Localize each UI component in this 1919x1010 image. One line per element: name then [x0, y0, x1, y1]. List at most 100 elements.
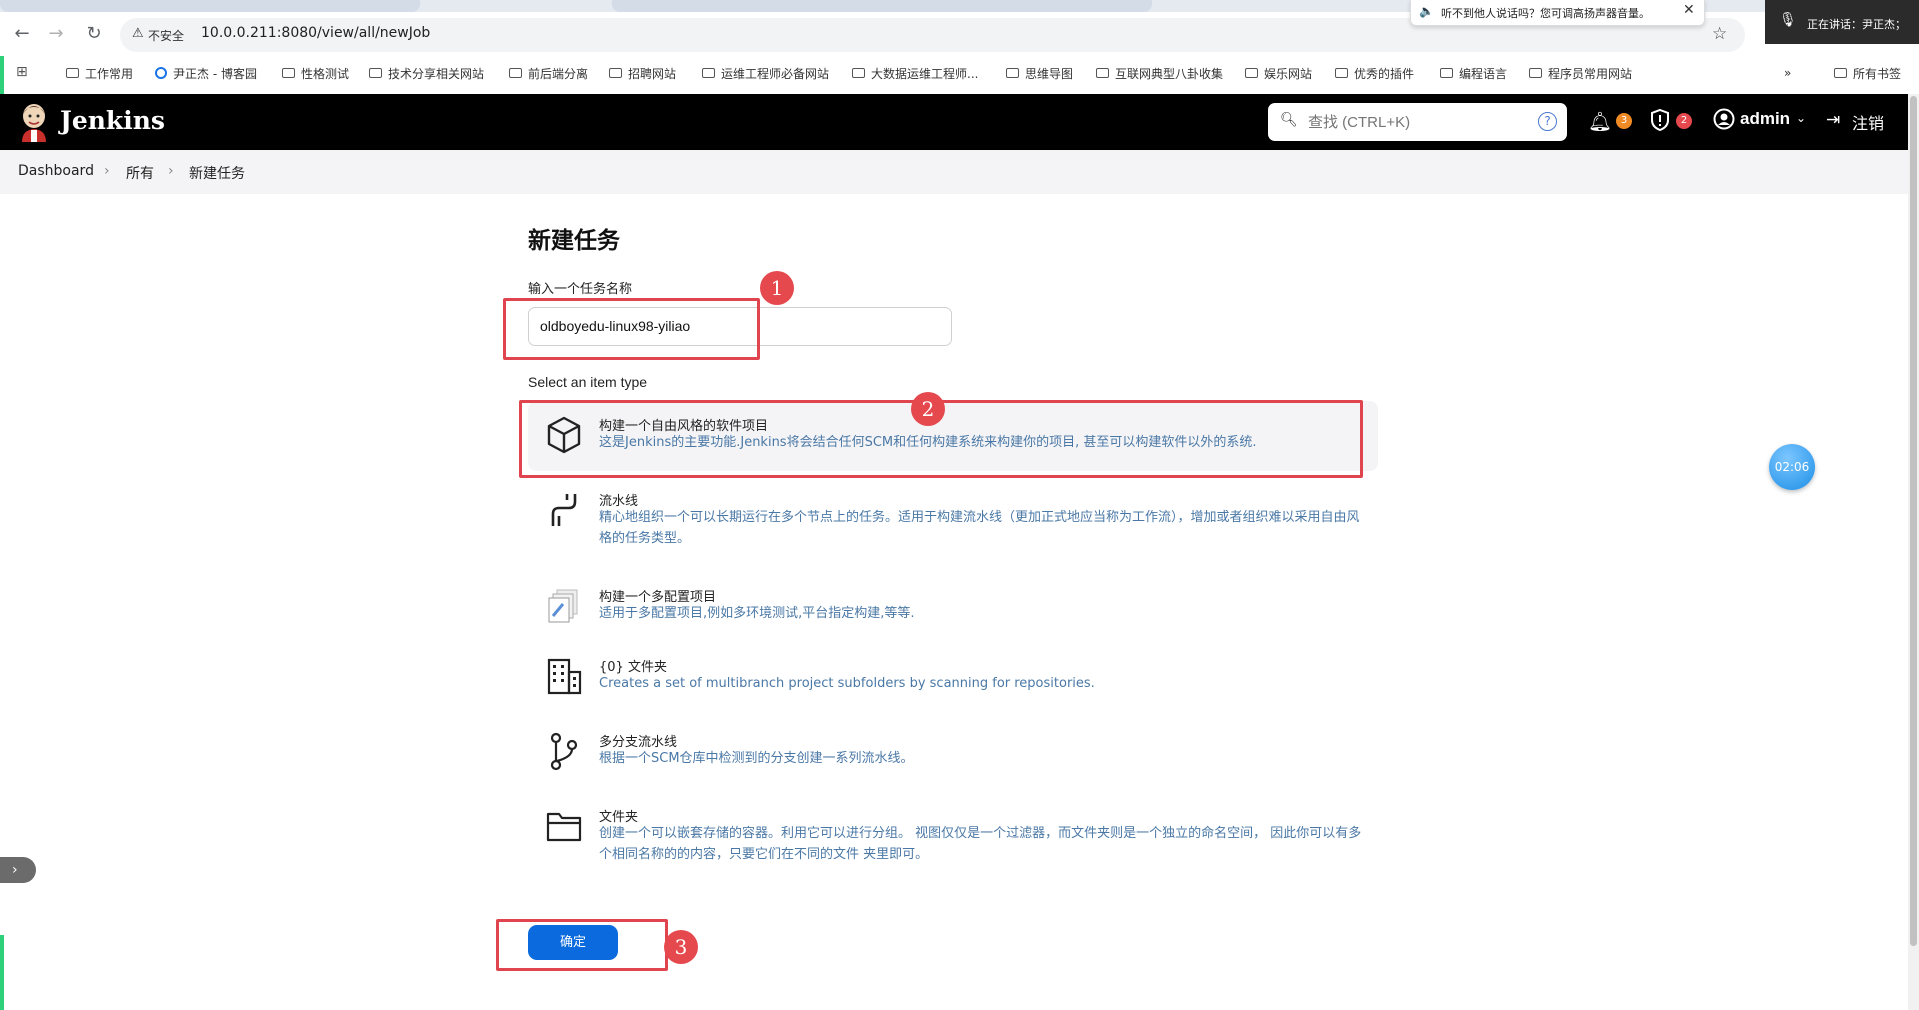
item-type-description: 创建一个可以嵌套存储的容器。利用它可以进行分组。 视图仅仅是一个过滤器，而文件夹…	[599, 826, 1362, 862]
overflow-icon[interactable]: »	[1784, 66, 1791, 80]
folder-icon	[1834, 68, 1847, 78]
bookmark-item[interactable]: 工作常用	[66, 63, 133, 83]
chevron-right-icon: ›	[12, 862, 18, 878]
bookmark-item[interactable]: 尹正杰 - 博客园	[155, 63, 257, 83]
bookmark-label[interactable]: 思维导图	[1025, 65, 1073, 82]
help-icon[interactable]: ?	[1538, 112, 1557, 131]
job-name-label: 输入一个任务名称	[528, 282, 633, 297]
bookmark-item[interactable]: 优秀的插件	[1335, 63, 1414, 83]
bookmark-label[interactable]: 互联网典型八卦收集	[1115, 65, 1223, 82]
bookmark-item[interactable]: 娱乐网站	[1245, 63, 1312, 83]
bookmark-item[interactable]: 技术分享相关网站	[369, 63, 484, 83]
bookmark-label[interactable]: 招聘网站	[628, 65, 676, 82]
chevron-down-icon[interactable]: ⌄	[1796, 111, 1806, 125]
folder-icon	[509, 68, 522, 78]
search-box[interactable]: 🔍︎ ?	[1268, 103, 1567, 141]
back-icon[interactable]: ←	[10, 22, 34, 46]
bookmark-item[interactable]: 互联网典型八卦收集	[1096, 63, 1223, 83]
item-type-label: Select an item type	[528, 374, 648, 390]
bookmark-label[interactable]: 娱乐网站	[1264, 65, 1312, 82]
bookmark-item[interactable]: 招聘网站	[609, 63, 676, 83]
jenkins-logo-icon[interactable]	[18, 102, 50, 142]
breadcrumb-new-job[interactable]: 新建任务	[189, 163, 245, 183]
bookmark-item[interactable]: 前后端分离	[509, 63, 588, 83]
left-accent-bar	[0, 935, 4, 1010]
annotation-box-1	[503, 298, 760, 360]
pipeline-icon	[545, 490, 583, 530]
forward-icon[interactable]: →	[44, 22, 68, 46]
annotation-badge-2: 2	[911, 392, 945, 426]
all-bookmarks-label[interactable]: 所有书签	[1853, 65, 1901, 82]
branch-icon	[545, 731, 583, 771]
folder-icon	[545, 806, 583, 846]
bookmark-item[interactable]: 运维工程师必备网站	[702, 63, 829, 83]
site-icon	[155, 67, 167, 79]
folder-icon	[1335, 68, 1348, 78]
folder-icon	[1006, 68, 1019, 78]
user-icon[interactable]	[1713, 108, 1735, 134]
jenkins-logo-text[interactable]: Jenkins	[60, 106, 165, 135]
bookmark-label[interactable]: 技术分享相关网站	[388, 65, 484, 82]
logout-icon[interactable]: ⇥	[1826, 110, 1840, 130]
side-expand-tab[interactable]: ›	[0, 857, 36, 883]
bookmark-item[interactable]: 思维导图	[1006, 63, 1073, 83]
speaking-text: 正在讲话：尹正杰；	[1807, 18, 1906, 31]
annotation-box-3	[496, 919, 668, 971]
apps-grid-icon[interactable]: ⊞	[16, 64, 28, 80]
all-bookmarks[interactable]: 所有书签	[1834, 63, 1901, 83]
bookmark-label[interactable]: 运维工程师必备网站	[721, 65, 829, 82]
logout-link[interactable]: 注销	[1852, 110, 1884, 134]
browser-tab[interactable]	[612, 0, 1152, 12]
folder-icon	[369, 68, 382, 78]
folder-icon	[609, 68, 622, 78]
folder-icon	[1440, 68, 1453, 78]
annotation-badge-1: 1	[760, 271, 794, 305]
bookmark-item[interactable]: 程序员常用网站	[1529, 63, 1632, 83]
bookmark-item[interactable]: 性格测试	[282, 63, 349, 83]
browser-tab[interactable]	[0, 0, 420, 12]
item-type-description: Creates a set of multibranch project sub…	[599, 676, 1095, 691]
item-type-description: 精心地组织一个可以长期运行在多个节点上的任务。适用于构建流水线（更加正式地应当称…	[599, 510, 1360, 546]
bookmark-star-icon[interactable]: ☆	[1712, 24, 1727, 44]
audio-notice: 🔈 听不到他人说话吗？您可调高扬声器音量。 ✕	[1410, 0, 1705, 26]
bell-icon[interactable]: 🔔︎	[1588, 110, 1612, 133]
folder-icon	[1096, 68, 1109, 78]
multi-config-icon	[545, 586, 583, 626]
folder-icon	[282, 68, 295, 78]
not-secure-icon[interactable]: ⚠	[132, 26, 144, 41]
bookmark-label[interactable]: 前后端分离	[528, 65, 588, 82]
page-title: 新建任务	[528, 228, 620, 254]
bookmark-label[interactable]: 尹正杰 - 博客园	[173, 65, 257, 82]
bookmark-label[interactable]: 大数据运维工程师...	[871, 65, 978, 82]
timer-bubble[interactable]: 02:06	[1769, 444, 1815, 490]
bookmarks-overflow[interactable]: »	[1784, 63, 1791, 83]
notifications-badge[interactable]: 3	[1616, 113, 1632, 129]
breadcrumb-all[interactable]: 所有	[126, 163, 154, 183]
folder-icon	[852, 68, 865, 78]
speaking-indicator: 🎙 正在讲话：尹正杰；	[1765, 0, 1919, 44]
audio-notice-text: 听不到他人说话吗？您可调高扬声器音量。	[1441, 7, 1650, 20]
security-label[interactable]: 不安全	[148, 27, 184, 44]
bookmark-item[interactable]: 大数据运维工程师...	[852, 63, 978, 83]
shield-icon[interactable]	[1650, 108, 1670, 136]
bookmark-label[interactable]: 程序员常用网站	[1548, 65, 1632, 82]
breadcrumb	[0, 150, 1912, 194]
chevron-right-icon: ›	[104, 163, 110, 179]
bookmark-label[interactable]: 性格测试	[301, 65, 349, 82]
security-badge[interactable]: 2	[1676, 113, 1692, 129]
scrollbar-thumb[interactable]	[1910, 96, 1917, 946]
search-input[interactable]	[1306, 110, 1530, 134]
speaker-icon: 🔈	[1419, 4, 1434, 18]
search-icon: 🔍︎	[1280, 112, 1298, 128]
url-text[interactable]: 10.0.0.211:8080/view/all/newJob	[201, 25, 430, 41]
bookmark-label[interactable]: 优秀的插件	[1354, 65, 1414, 82]
folder-icon	[66, 68, 79, 78]
reload-icon[interactable]: ↻	[82, 22, 106, 46]
bookmark-label[interactable]: 编程语言	[1459, 65, 1507, 82]
close-icon[interactable]: ✕	[1683, 2, 1695, 18]
bookmark-item[interactable]: 编程语言	[1440, 63, 1507, 83]
user-name[interactable]: admin	[1740, 109, 1790, 129]
breadcrumb-dashboard[interactable]: Dashboard	[18, 163, 94, 179]
jenkins-header: Jenkins 🔍︎ ? 🔔︎ 3 2 admin ⌄ ⇥ 注销	[0, 94, 1912, 150]
bookmark-label[interactable]: 工作常用	[85, 65, 133, 82]
